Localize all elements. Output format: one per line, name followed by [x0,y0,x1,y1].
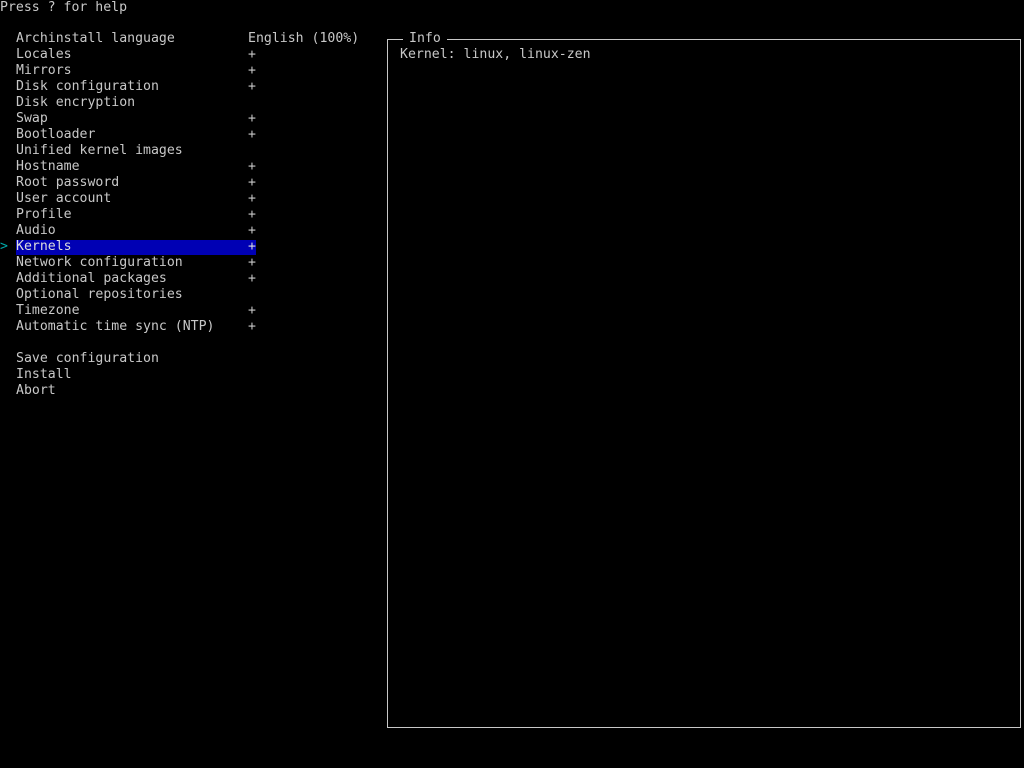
menu-item-disk-configuration[interactable]: Disk configuration + [0,79,260,95]
menu-item-status: + [248,271,256,286]
selection-cursor-icon: > [0,239,8,254]
menu-item-status: English (100%) [248,31,360,46]
menu-item-label: Bootloader [16,127,96,142]
menu-item-label: Unified kernel images [16,143,183,158]
menu-item-status: + [248,127,256,142]
menu-item-network-configuration[interactable]: Network configuration + [0,255,260,271]
menu-item-status: + [248,319,256,334]
menu-item-label: Audio [16,223,56,238]
menu-item-locales[interactable]: Locales + [0,47,260,63]
menu-item-label: Root password [16,175,120,190]
menu-action-label: Install [16,367,72,382]
menu-item-label: Automatic time sync (NTP) [16,319,215,334]
menu-item-hostname[interactable]: Hostname + [0,159,260,175]
menu-item-label: Network configuration [16,255,183,270]
menu-actions: Save configuration Install Abort [0,351,260,399]
menu-item-label: Disk configuration [16,79,159,94]
menu-item-status: + [248,63,256,78]
menu-item-label: Kernels [16,239,72,254]
menu-item-status: + [248,175,256,190]
menu-item-status: + [248,207,256,222]
menu-action-label: Abort [16,383,56,398]
menu-item-label: Timezone [16,303,80,318]
menu-action-abort[interactable]: Abort [0,383,260,399]
menu-item-label: Locales [16,47,72,62]
menu-item-label: Mirrors [16,63,72,78]
menu-item-status: + [248,223,256,238]
info-panel-title: Info [403,31,447,47]
main-menu: Archinstall language English (100%) Locale… [0,31,359,399]
menu-item-label: Disk encryption [16,95,136,110]
menu-item-label: Profile [16,207,72,222]
menu-item-label: Archinstall language [16,31,175,46]
menu-item-status: + [248,47,256,62]
menu-item-bootloader[interactable]: Bootloader + [0,127,260,143]
menu-item-automatic-time-sync-ntp[interactable]: Automatic time sync (NTP) + [0,319,260,335]
menu-item-label: Hostname [16,159,80,174]
menu-action-install[interactable]: Install [0,367,260,383]
menu-action-save-configuration[interactable]: Save configuration [0,351,260,367]
menu-item-status: + [248,191,256,206]
menu-item-kernels[interactable]: > Kernels + [0,239,260,255]
menu-item-timezone[interactable]: Timezone + [0,303,260,319]
menu-item-optional-repositories[interactable]: Optional repositories [0,287,260,303]
menu-item-status: + [248,159,256,174]
menu-item-mirrors[interactable]: Mirrors + [0,63,260,79]
menu-item-status: + [248,79,256,94]
menu-item-status: + [248,111,256,126]
menu-item-label: Swap [16,111,48,126]
menu-item-label: User account [16,191,112,206]
menu-item-disk-encryption[interactable]: Disk encryption [0,95,260,111]
menu-item-label: Additional packages [16,271,167,286]
info-panel-content: Kernel: linux, linux-zen [400,47,591,62]
menu-spacer [0,335,260,351]
menu-item-status: + [248,239,256,254]
menu-item-additional-packages[interactable]: Additional packages + [0,271,260,287]
menu-item-user-account[interactable]: User account + [0,191,260,207]
menu-item-swap[interactable]: Swap + [0,111,260,127]
menu-item-unified-kernel-images[interactable]: Unified kernel images [0,143,260,159]
menu-item-status: + [248,255,256,270]
menu-item-status: + [248,303,256,318]
menu-action-label: Save configuration [16,351,159,366]
menu-item-root-password[interactable]: Root password + [0,175,260,191]
menu-item-audio[interactable]: Audio + [0,223,260,239]
info-panel [387,39,1021,728]
menu-item-profile[interactable]: Profile + [0,207,260,223]
menu-items: Archinstall language English (100%) Locale… [0,31,359,335]
help-hint: Press ? for help [0,0,128,15]
menu-item-archinstall-language[interactable]: Archinstall language English (100%) [0,31,359,47]
menu-item-label: Optional repositories [16,287,183,302]
